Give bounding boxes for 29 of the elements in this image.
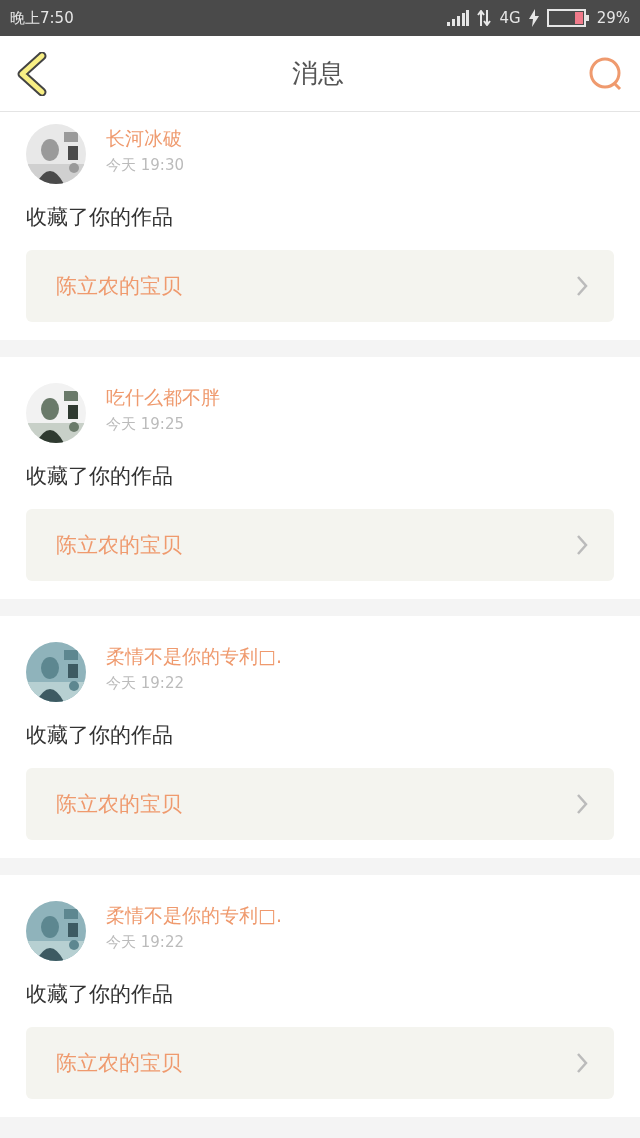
page-title: 消息 <box>292 57 344 90</box>
message-text: 收藏了你的作品 <box>26 722 174 748</box>
item-link[interactable]: 陈立农的宝贝 <box>26 509 614 581</box>
user-name[interactable]: 吃什么都不胖 <box>106 384 220 411</box>
message-time: 今天 19:30 <box>106 155 184 175</box>
signal-icon <box>447 10 470 26</box>
item-link[interactable]: 陈立农的宝贝 <box>26 1027 614 1099</box>
status-time: 晚上7:50 <box>10 8 74 28</box>
message-time: 今天 19:22 <box>106 673 185 693</box>
user-name[interactable]: 柔情不是你的专利□. <box>106 902 282 929</box>
battery-percentage: 29% <box>596 9 630 27</box>
item-link[interactable]: 陈立农的宝贝 <box>26 768 614 840</box>
network-label: 4G <box>499 9 521 27</box>
message-time: 今天 19:25 <box>106 414 185 434</box>
chevron-icon <box>576 793 588 815</box>
user-name[interactable]: 长河冰破 <box>106 125 184 152</box>
chevron-icon <box>576 534 588 556</box>
message-time: 今天 19:22 <box>106 932 185 952</box>
item-link[interactable]: 陈立农的宝贝 <box>26 250 614 322</box>
user-name[interactable]: 柔情不是你的专利□. <box>106 643 282 670</box>
chevron-icon <box>576 1052 588 1074</box>
chevron-icon <box>576 275 588 297</box>
back-icon[interactable] <box>16 51 48 96</box>
message-text: 收藏了你的作品 <box>26 463 174 489</box>
message-text: 收藏了你的作品 <box>26 204 174 230</box>
battery-icon <box>546 9 589 27</box>
charging-icon <box>528 9 539 27</box>
message-text: 收藏了你的作品 <box>26 981 174 1007</box>
data-arrows-icon <box>477 10 492 26</box>
